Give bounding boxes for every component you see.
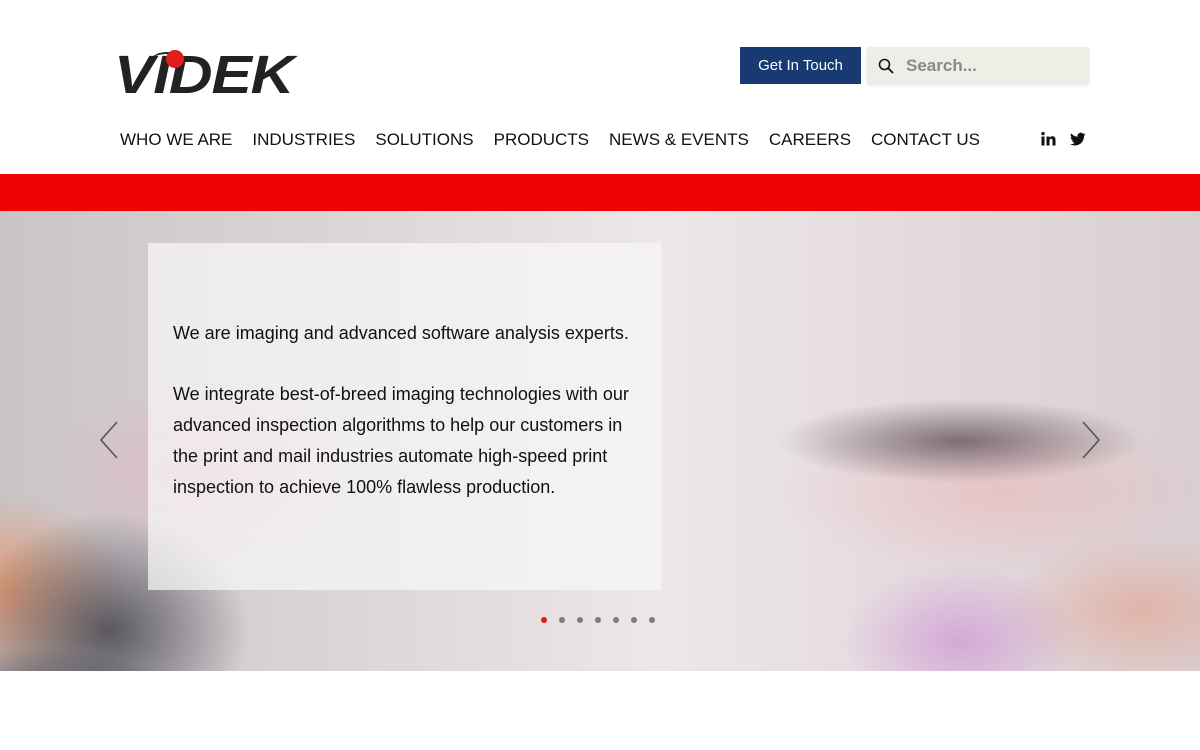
slide-dot[interactable] <box>595 617 601 623</box>
search-input[interactable] <box>906 55 1076 76</box>
slide-dot[interactable] <box>577 617 583 623</box>
linkedin-icon[interactable] <box>1040 131 1056 147</box>
slide-dot[interactable] <box>649 617 655 623</box>
logo-wordmark: VIDEK <box>114 45 294 105</box>
twitter-icon[interactable] <box>1070 131 1086 147</box>
slide-dot[interactable] <box>541 617 547 623</box>
red-accent-band <box>0 174 1200 211</box>
social-links <box>1040 131 1086 147</box>
slide-dot[interactable] <box>631 617 637 623</box>
logo-red-dot <box>166 50 184 68</box>
chevron-left-icon[interactable] <box>98 420 120 460</box>
nav-careers[interactable]: CAREERS <box>769 129 851 151</box>
site-header: VIDEK Get In Touch WHO WE ARE INDUSTRIES… <box>0 0 1200 174</box>
hero-paragraph: We integrate best-of-breed imaging techn… <box>173 384 629 497</box>
slide-dot[interactable] <box>559 617 565 623</box>
nav-news-events[interactable]: NEWS & EVENTS <box>609 129 749 151</box>
search-box[interactable] <box>867 47 1089 84</box>
nav-industries[interactable]: INDUSTRIES <box>252 129 355 151</box>
nav-who-we-are[interactable]: WHO WE ARE <box>120 129 232 151</box>
hero-paragraph: We are imaging and advanced software ana… <box>173 323 629 343</box>
main-nav: WHO WE ARE INDUSTRIES SOLUTIONS PRODUCTS… <box>120 129 1000 151</box>
search-icon <box>878 58 894 73</box>
hero-slideshow: We are imaging and advanced software ana… <box>0 211 1200 671</box>
slide-indicators <box>541 617 655 623</box>
nav-contact-us[interactable]: CONTACT US <box>871 129 980 151</box>
get-in-touch-button[interactable]: Get In Touch <box>740 47 861 84</box>
videk-logo[interactable]: VIDEK <box>114 48 320 102</box>
hero-text-card: We are imaging and advanced software ana… <box>148 243 661 590</box>
nav-solutions[interactable]: SOLUTIONS <box>375 129 473 151</box>
slide-dot[interactable] <box>613 617 619 623</box>
nav-products[interactable]: PRODUCTS <box>494 129 589 151</box>
chevron-right-icon[interactable] <box>1080 420 1102 460</box>
